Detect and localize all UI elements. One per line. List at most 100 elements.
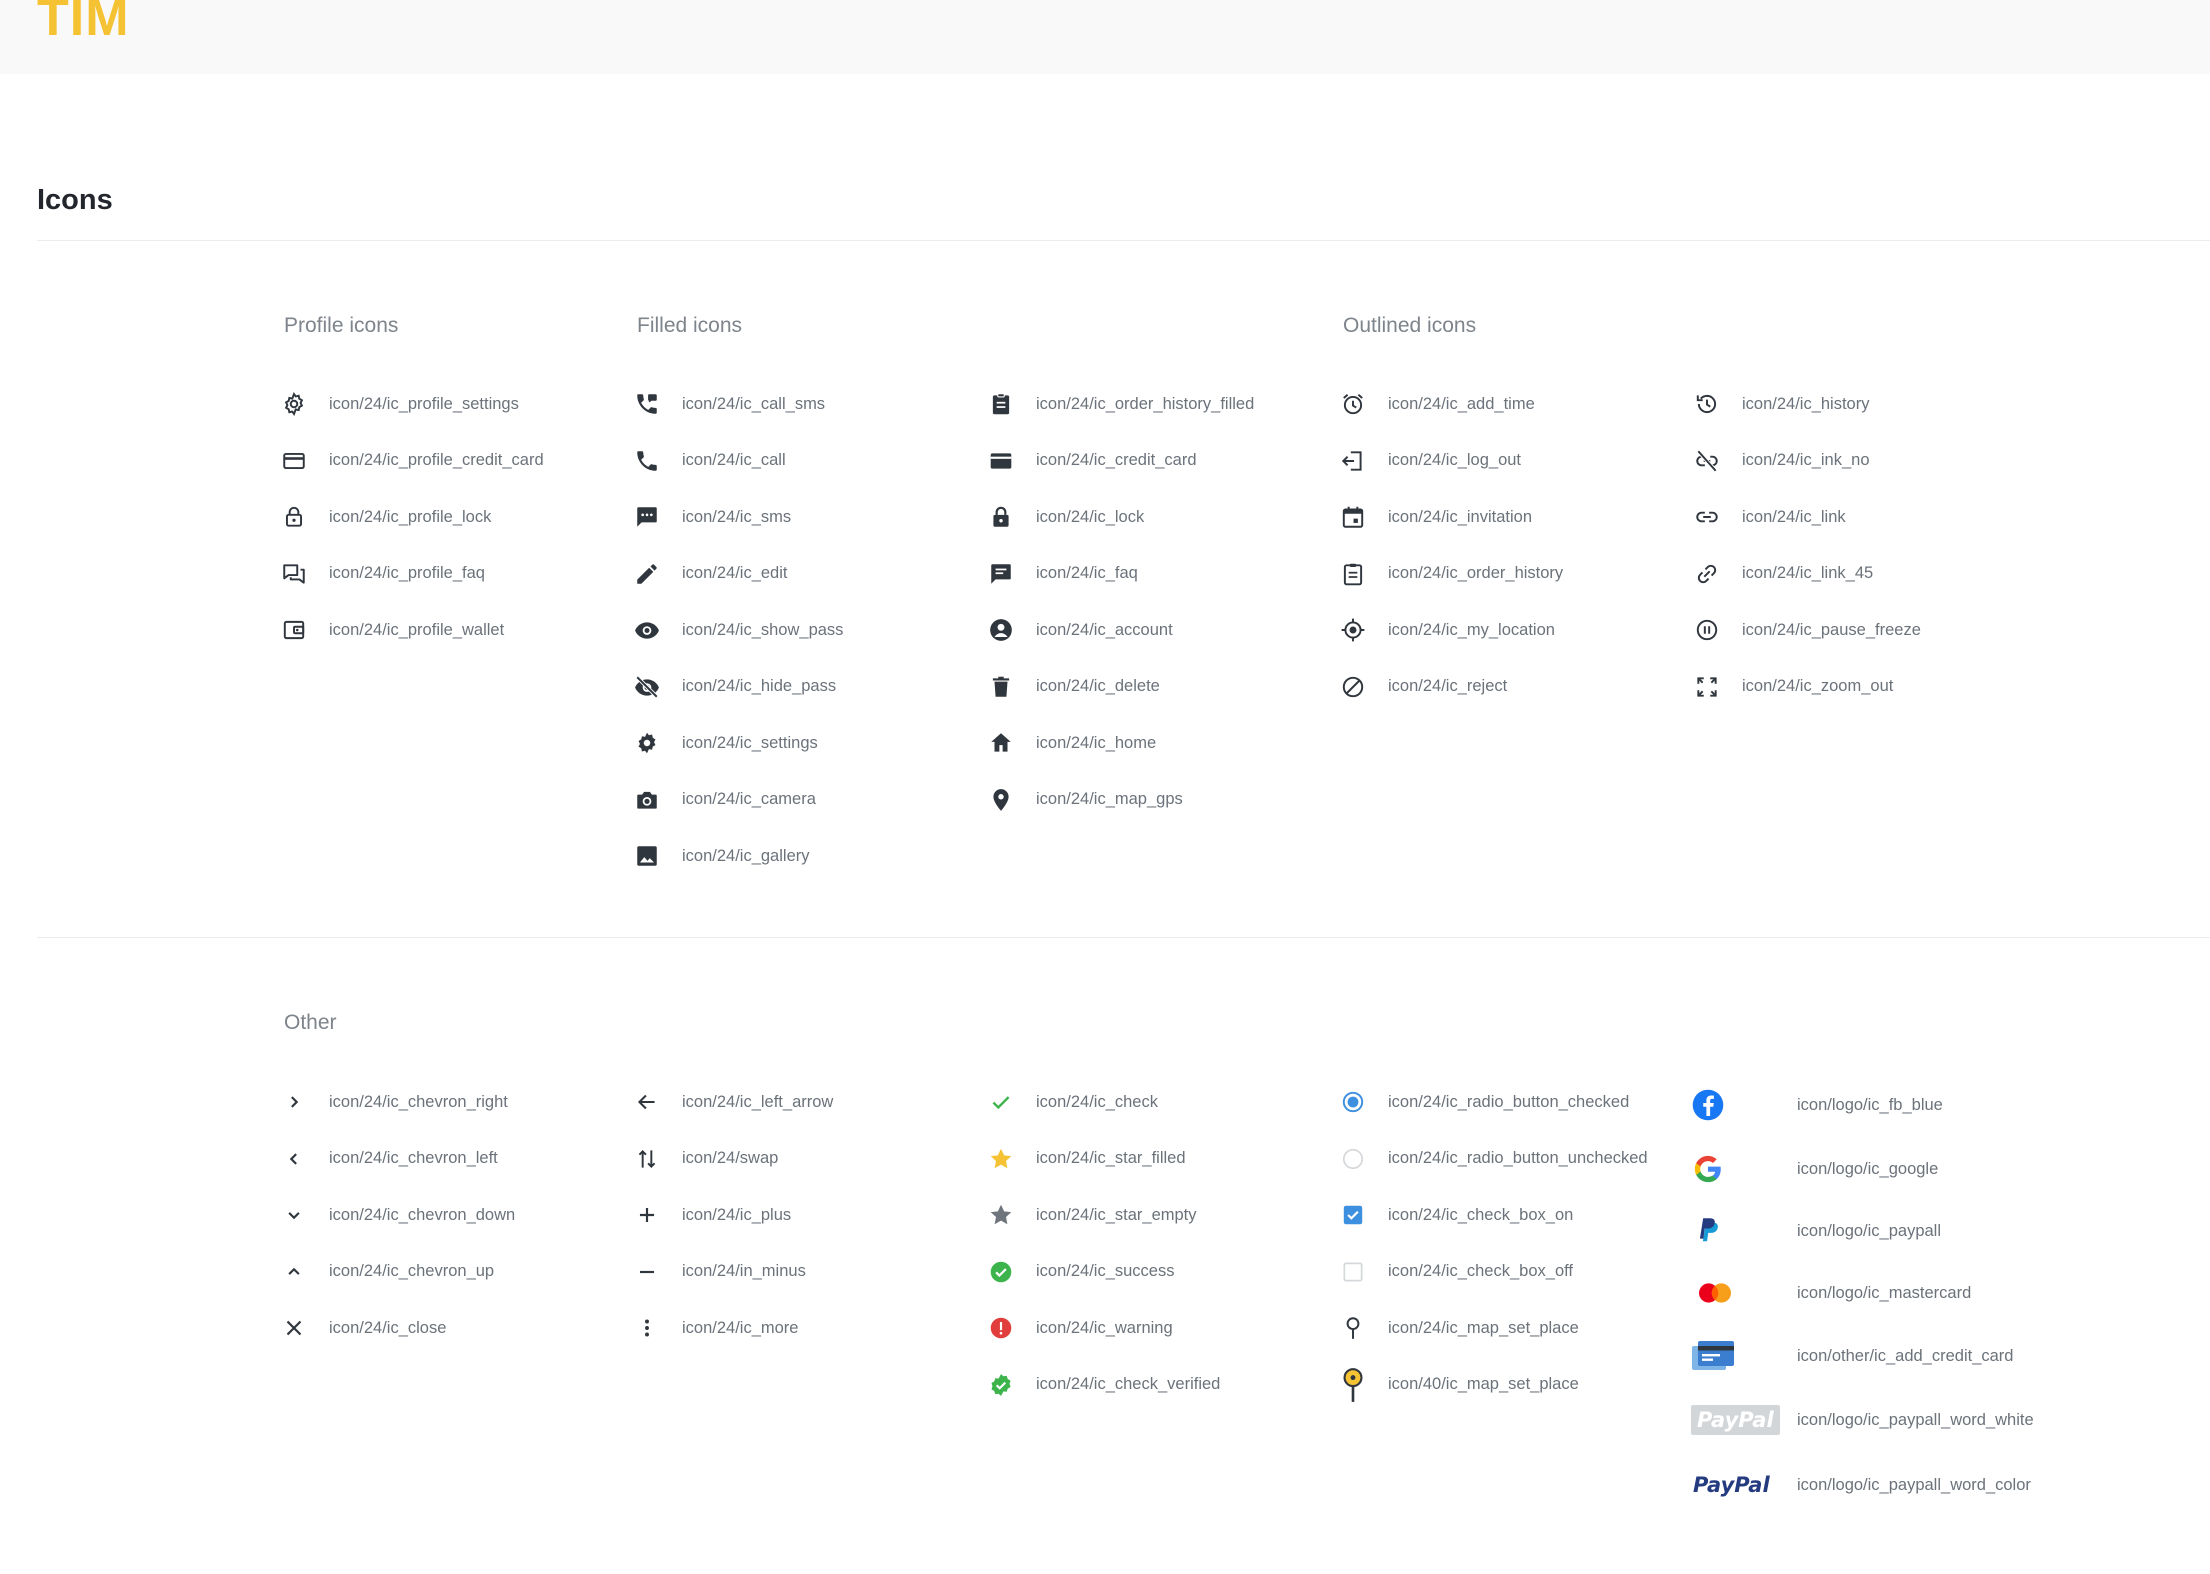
icon-row[interactable]: icon/24/ic_warning	[984, 1311, 1173, 1345]
icon-row[interactable]: icon/24/ic_profile_lock	[277, 500, 491, 534]
icon-row[interactable]: icon/24/ic_lock	[984, 500, 1144, 534]
icon-row[interactable]: icon/24/ic_radio_button_unchecked	[1336, 1142, 1648, 1176]
radio-checked-icon	[1336, 1085, 1370, 1119]
icon-row[interactable]: icon/24/ic_credit_card	[984, 444, 1197, 478]
logo-label: icon/logo/ic_fb_blue	[1797, 1095, 1943, 1114]
icon-row[interactable]: icon/24/ic_map_set_place	[1336, 1311, 1579, 1345]
icon-row[interactable]: icon/24/ic_link_45	[1690, 557, 1873, 591]
icon-row[interactable]: icon/24/ic_close	[277, 1311, 446, 1345]
icon-row[interactable]: icon/24/ic_pause_freeze	[1690, 613, 1921, 647]
icon-row[interactable]: icon/24/ic_link	[1690, 500, 1846, 534]
icon-row[interactable]: icon/24/ic_chevron_left	[277, 1142, 498, 1176]
icon-row[interactable]: icon/24/ic_success	[984, 1255, 1175, 1289]
logo-row[interactable]: icon/logo/ic_mastercard	[1691, 1273, 1971, 1313]
icon-label: icon/24/ic_show_pass	[682, 620, 844, 639]
swap-icon	[630, 1142, 664, 1176]
icon-row[interactable]: icon/24/ic_order_history_filled	[984, 387, 1254, 421]
logo-label: icon/logo/ic_mastercard	[1797, 1283, 1972, 1302]
icon-row[interactable]: icon/24/ic_chevron_right	[277, 1085, 508, 1119]
icon-row[interactable]: icon/24/ic_show_pass	[630, 613, 843, 647]
logo-row[interactable]: icon/other/ic_add_credit_card	[1691, 1336, 2013, 1376]
icon-row[interactable]: icon/24/ic_edit	[630, 557, 788, 591]
icon-row[interactable]: icon/24/ic_profile_wallet	[277, 613, 504, 647]
icon-row[interactable]: icon/24/ic_check_box_on	[1336, 1198, 1573, 1232]
icon-label: icon/24/ic_check_box_on	[1388, 1205, 1574, 1224]
icon-row[interactable]: icon/24/ic_star_filled	[984, 1142, 1186, 1176]
icon-row[interactable]: icon/24/ic_delete	[984, 670, 1160, 704]
logo-row[interactable]: PayPal icon/logo/ic_paypall_word_white	[1691, 1400, 2034, 1440]
credit-card-icon	[984, 444, 1018, 478]
my-location-icon	[1336, 613, 1370, 647]
icon-row[interactable]: icon/24/ic_reject	[1336, 670, 1507, 704]
logo-row[interactable]: icon/logo/ic_fb_blue	[1691, 1085, 1943, 1125]
home-icon	[984, 726, 1018, 760]
icon-row[interactable]: icon/24/ic_more	[630, 1311, 798, 1345]
icon-label: icon/24/ic_home	[1036, 733, 1157, 752]
icon-row[interactable]: icon/24/ic_home	[984, 726, 1156, 760]
google-logo-icon	[1691, 1149, 1777, 1189]
icon-row[interactable]: icon/24/ic_settings	[630, 726, 818, 760]
icon-row[interactable]: icon/24/ic_zoom_out	[1690, 670, 1893, 704]
icon-row[interactable]: icon/24/ic_hide_pass	[630, 670, 836, 704]
logo-label: icon/logo/ic_google	[1797, 1159, 1939, 1178]
icon-row[interactable]: icon/24/ic_history	[1690, 387, 1869, 421]
link-off-icon	[1690, 444, 1724, 478]
icon-row[interactable]: icon/24/ic_log_out	[1336, 444, 1521, 478]
icon-row[interactable]: icon/40/ic_map_set_place	[1336, 1367, 1579, 1402]
icon-label: icon/24/ic_ink_no	[1742, 451, 1870, 469]
icon-row[interactable]: icon/24/ic_check_box_off	[1336, 1255, 1573, 1289]
icon-label: icon/24/ic_close	[329, 1318, 447, 1337]
icon-row[interactable]: icon/24/ic_sms	[630, 500, 791, 534]
icon-row[interactable]: icon/24/ic_radio_button_checked	[1336, 1085, 1629, 1119]
icon-row[interactable]: icon/24/ic_check	[984, 1085, 1158, 1119]
icon-row[interactable]: icon/24/ic_camera	[630, 783, 816, 817]
account-icon	[984, 613, 1018, 647]
icon-row[interactable]: icon/24/ic_left_arrow	[630, 1085, 833, 1119]
icon-label: icon/24/in_minus	[682, 1262, 806, 1280]
icon-row[interactable]: icon/24/ic_account	[984, 613, 1173, 647]
brand-logo[interactable]: TIM	[37, 0, 130, 48]
more-vertical-icon	[630, 1311, 664, 1345]
icon-row[interactable]: icon/24/ic_chevron_down	[277, 1198, 515, 1232]
checkbox-on-icon	[1336, 1198, 1370, 1232]
icon-row[interactable]: icon/24/ic_my_location	[1336, 613, 1555, 647]
icon-label: icon/24/ic_lock	[1036, 507, 1145, 526]
icon-row[interactable]: icon/24/ic_star_empty	[984, 1198, 1197, 1232]
icon-row[interactable]: icon/24/ic_chevron_up	[277, 1255, 494, 1289]
icon-row[interactable]: icon/24/ic_profile_credit_card	[277, 444, 544, 478]
icon-row[interactable]: icon/24/ic_faq	[984, 557, 1138, 591]
icon-row[interactable]: icon/24/ic_gallery	[630, 839, 810, 873]
icon-row[interactable]: icon/24/ic_ink_no	[1690, 444, 1870, 478]
icon-label: icon/24/ic_radio_button_unchecked	[1388, 1149, 1648, 1167]
log-out-icon	[1336, 444, 1370, 478]
icon-row[interactable]: icon/24/ic_check_verified	[984, 1368, 1220, 1402]
icon-row[interactable]: icon/24/ic_add_time	[1336, 387, 1535, 421]
chevron-right-icon	[277, 1085, 311, 1119]
icon-row[interactable]: icon/24/ic_plus	[630, 1198, 791, 1232]
icon-row[interactable]: icon/24/ic_invitation	[1336, 500, 1532, 534]
icon-row[interactable]: icon/24/ic_order_history	[1336, 557, 1563, 591]
wallet-icon	[277, 613, 311, 647]
logo-row[interactable]: PayPal icon/logo/ic_paypall_word_color	[1691, 1465, 2031, 1505]
chat-bubbles-icon	[277, 557, 311, 591]
star-empty-icon	[984, 1198, 1018, 1232]
icon-row[interactable]: icon/24/ic_profile_faq	[277, 557, 485, 591]
star-filled-icon	[984, 1142, 1018, 1176]
icon-label: icon/24/ic_map_set_place	[1388, 1318, 1579, 1337]
icon-row[interactable]: icon/24/swap	[630, 1142, 778, 1176]
icon-row[interactable]: icon/24/ic_map_gps	[984, 783, 1183, 817]
icon-label: icon/24/ic_invitation	[1388, 507, 1533, 526]
icon-row[interactable]: icon/24/ic_profile_settings	[277, 387, 519, 421]
eye-off-icon	[630, 670, 664, 704]
call-sms-icon	[630, 387, 664, 421]
logo-row[interactable]: icon/logo/ic_google	[1691, 1149, 1938, 1189]
icon-label: icon/24/ic_check_box_off	[1388, 1262, 1573, 1280]
icon-label: icon/24/ic_credit_card	[1036, 451, 1197, 469]
icon-row[interactable]: icon/24/in_minus	[630, 1255, 806, 1289]
alarm-icon	[1336, 387, 1370, 421]
icon-row[interactable]: icon/24/ic_call	[630, 444, 786, 478]
block-icon	[1336, 670, 1370, 704]
icon-row[interactable]: icon/24/ic_call_sms	[630, 387, 825, 421]
logo-row[interactable]: icon/logo/ic_paypall	[1691, 1211, 1941, 1251]
credit-card-outline-icon	[277, 444, 311, 478]
